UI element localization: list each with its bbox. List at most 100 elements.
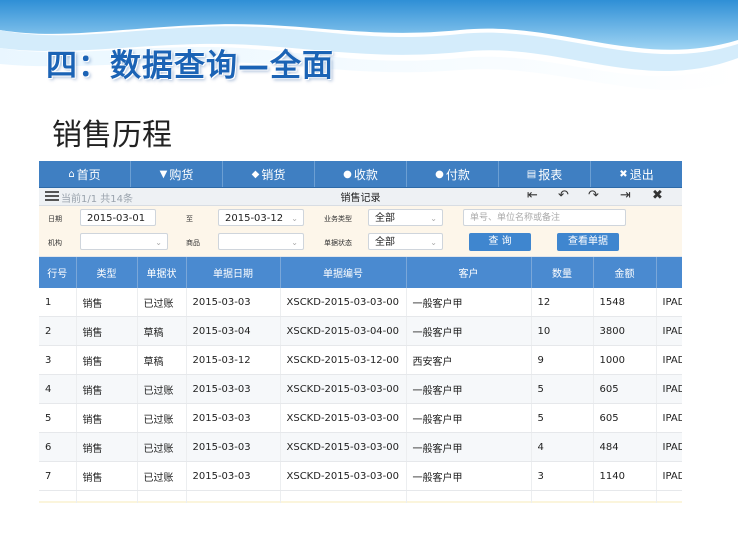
cell-customer: 一般客户甲 — [406, 288, 532, 317]
cell-status: 草稿 — [137, 345, 187, 375]
cell-doc-no: XSCKD-2015-03-12-00 — [280, 345, 407, 375]
undo-icon[interactable]: ↶ — [558, 188, 569, 204]
table-row[interactable]: 1 销售 已过账 2015-03-03 XSCKD-2015-03-03-00 … — [39, 288, 682, 317]
cell-type: 销售 — [76, 345, 138, 375]
date-to-field[interactable]: 2015-03-12 ⌄ — [218, 209, 304, 226]
cell-row-no: 3 — [39, 345, 77, 375]
search-placeholder: 单号、单位名称或备注 — [470, 213, 561, 223]
cell-product: IPAD — [656, 316, 682, 346]
pay-money-icon: ● — [435, 168, 444, 180]
cell-quantity: 4 — [531, 432, 594, 462]
cell-doc-no: XSCKD-2015-03-03-00 — [280, 288, 407, 317]
nav-label: 付款 — [445, 167, 470, 182]
cell-date: 2015-03-03 — [186, 432, 281, 462]
column-header[interactable]: 金额 — [593, 257, 657, 288]
cell-date: 2015-03-03 — [186, 403, 281, 433]
redo-icon[interactable]: ↷ — [588, 188, 599, 204]
cell-date: 2015-03-12 — [186, 345, 281, 375]
column-header[interactable]: 单据日期 — [186, 257, 281, 288]
cell-date: 2015-03-03 — [186, 374, 281, 404]
org-select[interactable]: ⌄ — [80, 233, 168, 250]
sales-table: 行号 类型 单据状 单据日期 单据编号 客户 数量 金额 1 销售 已过账 20… — [39, 257, 682, 503]
cell-type: 销售 — [76, 374, 138, 404]
cell-quantity: 9 — [531, 345, 594, 375]
cell-date: 2015-03-04 — [186, 316, 281, 346]
search-input[interactable]: 单号、单位名称或备注 — [463, 209, 626, 226]
cell-status: 已过账 — [137, 288, 187, 317]
date-from-value: 2015-03-01 — [87, 213, 146, 224]
table-header-row: 行号 类型 单据状 单据日期 单据编号 客户 数量 金额 — [39, 257, 682, 288]
nav-label: 首页 — [76, 167, 101, 182]
table-row[interactable]: 6 销售 已过账 2015-03-03 XSCKD-2015-03-03-00 … — [39, 432, 682, 462]
table-row[interactable]: 4 销售 已过账 2015-03-03 XSCKD-2015-03-03-00 … — [39, 374, 682, 404]
cell-doc-no: XSCKD-2015-03-03-00 — [280, 403, 407, 433]
query-button[interactable]: 查 询 — [469, 233, 531, 251]
biz-type-label: 业务类型 — [324, 215, 352, 223]
date-to-value: 2015-03-12 — [225, 213, 284, 224]
nav-label: 购货 — [169, 167, 194, 182]
cell-amount: 484 — [593, 432, 657, 462]
cell-product: IPAD — [656, 345, 682, 375]
slide-subtitle: 销售历程 — [52, 118, 172, 153]
table-row[interactable]: 2 销售 草稿 2015-03-04 XSCKD-2015-03-04-00 一… — [39, 316, 682, 346]
nav-item-sales[interactable]: ◆ 销货 — [223, 161, 315, 187]
total-quantity: 60 — [531, 501, 594, 503]
nav-item-exit[interactable]: ✖ 退出 — [591, 161, 682, 187]
cell-amount: 1000 — [593, 345, 657, 375]
doc-status-select[interactable]: 全部 ⌄ — [368, 233, 443, 250]
table-row[interactable]: 7 销售 已过账 2015-03-03 XSCKD-2015-03-03-00 … — [39, 461, 682, 491]
goods-label: 商品 — [186, 239, 200, 247]
cell-quantity: 5 — [531, 403, 594, 433]
cell-customer: 一般客户甲 — [406, 374, 532, 404]
cell-doc-no: XSCKD-2015-03-04-00 — [280, 316, 407, 346]
cell-row-no: 1 — [39, 288, 77, 317]
tools-icon[interactable]: ✖ — [652, 188, 663, 204]
nav-item-report[interactable]: ▤ 报表 — [499, 161, 591, 187]
cell-amount: 3800 — [593, 316, 657, 346]
to-label: 至 — [186, 215, 193, 223]
spacer-row — [39, 490, 682, 501]
cell-row-no: 4 — [39, 374, 77, 404]
date-from-field[interactable]: 2015-03-01 — [80, 209, 156, 226]
toolbar: 当前1/1 共14条 销售记录 ⇤ ↶ ↷ ⇥ ✖ — [39, 188, 682, 206]
cell-product: IPAD — [656, 432, 682, 462]
first-page-icon[interactable]: ⇤ — [527, 188, 538, 204]
column-header[interactable]: 客户 — [406, 257, 532, 288]
table-row[interactable]: 3 销售 草稿 2015-03-12 XSCKD-2015-03-12-00 西… — [39, 345, 682, 375]
cell-status: 已过账 — [137, 432, 187, 462]
nav-item-home[interactable]: ⌂ 首页 — [39, 161, 131, 187]
column-header[interactable]: 行号 — [39, 257, 77, 288]
cell-doc-no: XSCKD-2015-03-03-00 — [280, 461, 407, 491]
cell-row-no: 2 — [39, 316, 77, 346]
column-header[interactable]: 单据编号 — [280, 257, 407, 288]
cell-status: 已过账 — [137, 461, 187, 491]
cell-type: 销售 — [76, 432, 138, 462]
view-doc-button[interactable]: 查看单据 — [557, 233, 619, 251]
column-header[interactable]: 数量 — [531, 257, 594, 288]
cell-quantity: 10 — [531, 316, 594, 346]
last-page-icon[interactable]: ⇥ — [620, 188, 631, 204]
chevron-down-icon: ⌄ — [430, 238, 437, 247]
column-header[interactable]: 类型 — [76, 257, 138, 288]
biz-type-select[interactable]: 全部 ⌄ — [368, 209, 443, 226]
cell-customer: 一般客户甲 — [406, 316, 532, 346]
cell-date: 2015-03-03 — [186, 461, 281, 491]
doc-status-value: 全部 — [375, 237, 395, 248]
slide-title: 四：数据查询—全面 — [46, 48, 334, 84]
chevron-down-icon: ⌄ — [430, 214, 437, 223]
org-label: 机构 — [48, 239, 62, 247]
receive-money-icon: ● — [343, 168, 352, 180]
nav-item-pay[interactable]: ● 付款 — [407, 161, 499, 187]
table-row[interactable]: 5 销售 已过账 2015-03-03 XSCKD-2015-03-03-00 … — [39, 403, 682, 433]
goods-select[interactable]: ⌄ — [218, 233, 304, 250]
exit-icon: ✖ — [619, 168, 628, 180]
total-amount: 11732 — [593, 501, 657, 503]
cell-doc-no: XSCKD-2015-03-03-00 — [280, 432, 407, 462]
cell-status: 已过账 — [137, 374, 187, 404]
nav-item-receive[interactable]: ● 收款 — [315, 161, 407, 187]
column-header[interactable] — [656, 257, 682, 288]
column-header[interactable]: 单据状 — [137, 257, 187, 288]
nav-item-purchase[interactable]: ▼ 购货 — [131, 161, 223, 187]
cell-type: 销售 — [76, 461, 138, 491]
total-label: 合计 — [39, 501, 77, 503]
